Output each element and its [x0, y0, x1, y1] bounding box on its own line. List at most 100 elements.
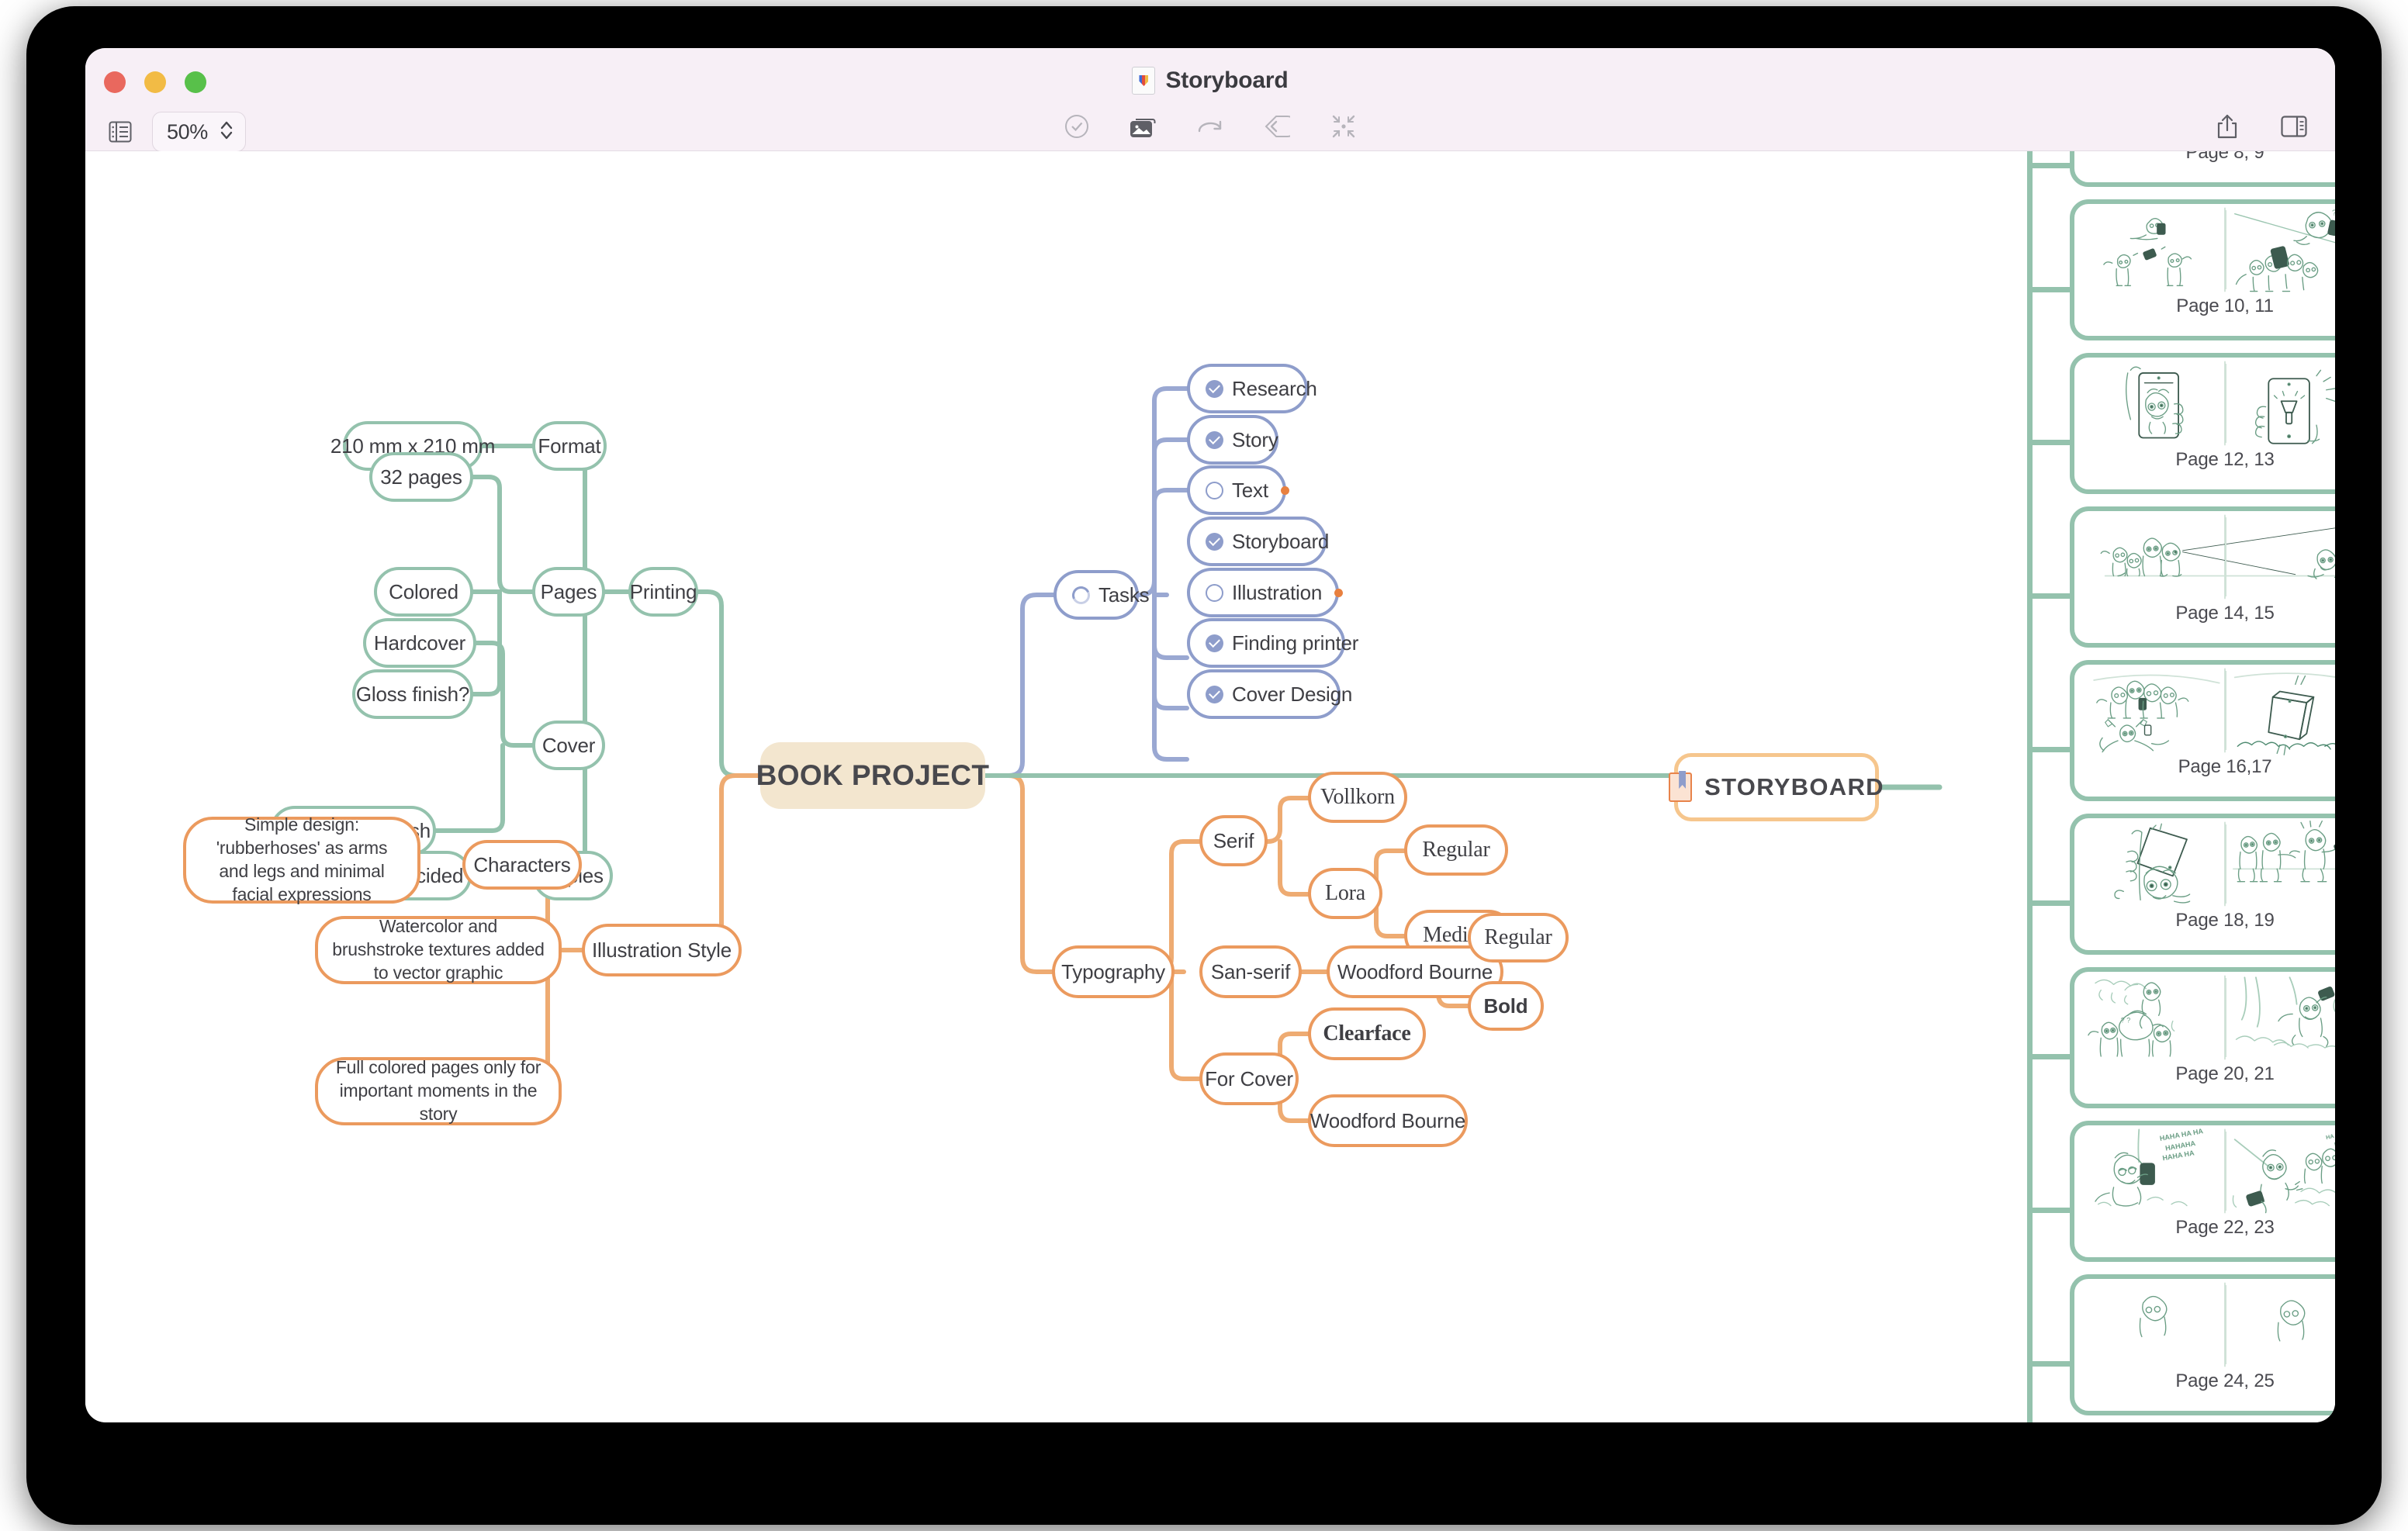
node-woodford-regular[interactable]: Regular	[1468, 913, 1569, 962]
task-item-cover-design-label: Cover Design	[1232, 682, 1353, 706]
storyboard-card[interactable]: HAHA HA HA HAHAHA HAHA HA Page 22, 23	[2070, 1121, 2335, 1262]
task-item-finding-printer-label: Finding printer	[1232, 631, 1359, 655]
panel-stub	[2027, 163, 2074, 168]
node-pages-32[interactable]: 32 pages	[369, 452, 473, 502]
storyboard-card[interactable]: Page 8, 9	[2070, 151, 2335, 187]
node-characters-label: Characters	[473, 852, 571, 876]
storyboard-art: ? ?	[2074, 972, 2335, 1063]
node-tasks-label: Tasks	[1098, 582, 1150, 607]
checkbox-unchecked-icon[interactable]	[1206, 481, 1223, 499]
node-cover-hardcover[interactable]: Hardcover	[363, 618, 476, 668]
node-format[interactable]: Format	[532, 421, 607, 471]
storyboard-card-label: Page 18, 19	[2175, 910, 2275, 931]
storyboard-card[interactable]: Page 16,17	[2070, 660, 2335, 801]
page-gutter	[2225, 671, 2226, 750]
panel-stub	[2027, 593, 2074, 599]
node-storyboard[interactable]: STORYBOARD	[1669, 753, 1884, 821]
node-lora-regular[interactable]: Regular	[1404, 824, 1508, 876]
toolbar-center	[85, 112, 2335, 141]
storyboard-art	[2074, 665, 2335, 756]
toolbar-right	[2213, 112, 2309, 141]
task-check-icon[interactable]	[1062, 112, 1092, 141]
svg-text:HA: HA	[2334, 1139, 2335, 1148]
checkbox-checked-icon[interactable]	[1206, 634, 1223, 652]
storyboard-card[interactable]: ? ? Page 20, 21	[2070, 967, 2335, 1108]
node-pages-colored[interactable]: Colored	[374, 567, 473, 617]
svg-text:??: ??	[2332, 209, 2335, 218]
checkbox-checked-icon[interactable]	[1206, 532, 1223, 551]
task-item-storyboard[interactable]: Storyboard	[1187, 517, 1329, 566]
task-item-cover-design[interactable]: Cover Design	[1187, 669, 1352, 719]
storyboard-art	[2074, 358, 2335, 449]
undo-icon[interactable]	[1195, 112, 1225, 141]
panel-stub	[2027, 440, 2074, 445]
page-gutter	[2225, 824, 2226, 904]
checkbox-unchecked-icon[interactable]	[1206, 583, 1223, 602]
node-cover-woodford[interactable]: Woodford Bourne	[1308, 1094, 1468, 1147]
node-pages[interactable]: Pages	[532, 567, 605, 617]
node-font-lora-label: Lora	[1324, 881, 1366, 906]
page-gutter	[2225, 1285, 2226, 1364]
inspector-panel-icon[interactable]	[2279, 112, 2309, 141]
page-title: Storyboard	[1165, 67, 1289, 93]
node-for-cover[interactable]: For Cover	[1199, 1052, 1299, 1105]
node-typography[interactable]: Typography	[1052, 945, 1175, 998]
node-illustration-note-colored[interactable]: Full colored pages only for important mo…	[315, 1057, 562, 1125]
node-tasks[interactable]: Tasks	[1054, 570, 1150, 620]
storyboard-card[interactable]: Page 18, 19	[2070, 814, 2335, 955]
images-icon[interactable]	[1129, 112, 1158, 141]
node-illustration-note-colored-label: Full colored pages only for important mo…	[335, 1057, 541, 1124]
checkbox-checked-icon[interactable]	[1206, 379, 1223, 398]
node-font-lora[interactable]: Lora	[1308, 868, 1382, 919]
node-cover-woodford-label: Woodford Bourne	[1310, 1108, 1466, 1132]
back-icon[interactable]	[1262, 112, 1292, 141]
node-cover-label: Cover	[541, 733, 596, 757]
checkbox-checked-icon[interactable]	[1206, 430, 1223, 449]
mindmap-canvas[interactable]: BOOK PROJECT Printing Format 210 mm x 21…	[85, 151, 2335, 1422]
collapse-icon[interactable]	[1329, 112, 1358, 141]
node-illustration-style-label: Illustration Style	[592, 938, 732, 962]
node-characters-note[interactable]: Simple design: 'rubberhoses' as arms and…	[183, 814, 420, 904]
node-woodford-bold[interactable]: Bold	[1468, 981, 1544, 1031]
node-characters[interactable]: Characters	[462, 840, 582, 890]
document-icon	[1132, 67, 1156, 95]
node-font-vollkorn[interactable]: Vollkorn	[1308, 772, 1407, 823]
task-item-story[interactable]: Story	[1187, 415, 1278, 465]
task-item-research[interactable]: Research	[1187, 364, 1317, 413]
priority-flag-icon	[1280, 486, 1289, 495]
task-item-text[interactable]: Text	[1187, 465, 1289, 515]
page-gutter	[2225, 517, 2226, 596]
storyboard-art	[2074, 1279, 2335, 1370]
node-cover-clearface[interactable]: Clearface	[1308, 1007, 1426, 1060]
storyboard-card-label: Page 16,17	[2178, 756, 2272, 777]
node-printing[interactable]: Printing	[628, 567, 698, 617]
node-cover[interactable]: Cover	[532, 721, 605, 770]
checkbox-checked-icon[interactable]	[1206, 685, 1223, 703]
node-font-vollkorn-label: Vollkorn	[1320, 785, 1395, 810]
node-pages-gloss[interactable]: Gloss finish?	[352, 669, 473, 719]
task-item-illustration[interactable]: Illustration	[1187, 568, 1344, 617]
node-serif-label: Serif	[1213, 828, 1254, 852]
share-icon[interactable]	[2213, 112, 2242, 141]
node-font-woodford-bourne-label: Woodford Bourne	[1337, 959, 1493, 983]
node-serif[interactable]: Serif	[1199, 815, 1268, 866]
node-typography-label: Typography	[1061, 959, 1165, 983]
screen: Storyboard 50% BOOK PROJECT Printing For…	[0, 0, 2408, 1531]
node-san-serif[interactable]: San-serif	[1199, 945, 1302, 998]
node-lora-regular-label: Regular	[1422, 838, 1490, 862]
root-node-book-project[interactable]: BOOK PROJECT	[756, 742, 989, 809]
node-illustration-note-textures-label: Watercolor and brushstroke textures adde…	[332, 916, 545, 983]
storyboard-card[interactable]: Page 24, 25	[2070, 1274, 2335, 1415]
storyboard-card[interactable]: Page 12, 13	[2070, 353, 2335, 494]
document-title: Storyboard	[85, 64, 2335, 98]
task-item-finding-printer[interactable]: Finding printer	[1187, 618, 1358, 668]
storyboard-card[interactable]: Page 14, 15	[2070, 506, 2335, 648]
node-illustration-note-textures[interactable]: Watercolor and brushstroke textures adde…	[315, 916, 562, 984]
task-item-story-label: Story	[1232, 427, 1278, 451]
priority-flag-icon	[1334, 588, 1344, 597]
storyboard-card[interactable]: ??	[2070, 199, 2335, 340]
storyboard-page-panel[interactable]: Page 8, 9 Page 10, 11 Page 12, 13 Page 1…	[2009, 151, 2335, 1422]
node-illustration-style[interactable]: Illustration Style	[582, 924, 742, 976]
storyboard-art: HAHA HA HA HAHAHA HAHA HA	[2074, 1125, 2335, 1217]
node-storyboard-label: STORYBOARD	[1704, 772, 1884, 800]
